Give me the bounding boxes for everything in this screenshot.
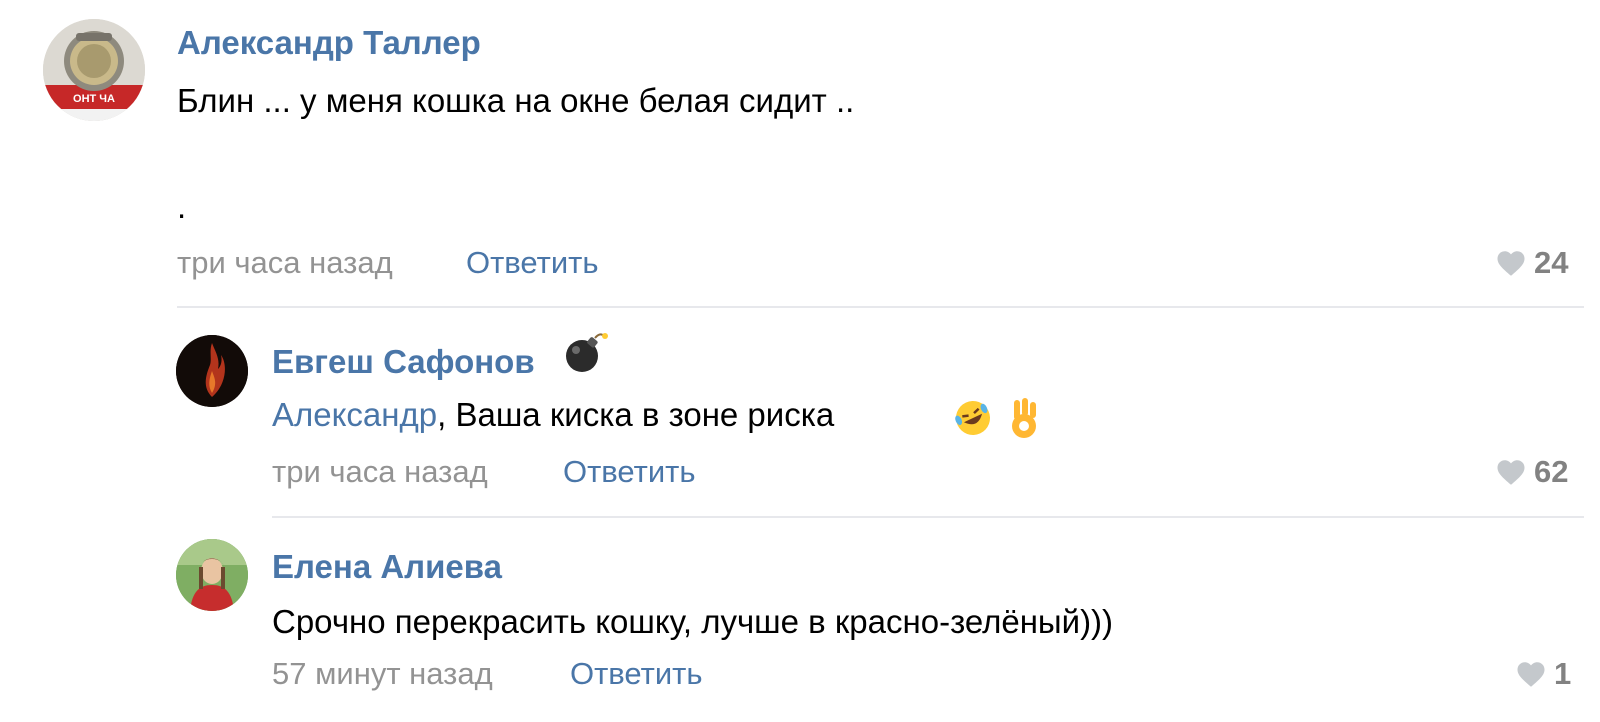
comment-timestamp[interactable]: 57 минут назад xyxy=(272,656,493,692)
heart-icon xyxy=(1517,661,1545,687)
person-avatar-image xyxy=(176,539,248,611)
comments-thread: ОНТ ЧА Александр Таллер Блин ... у меня … xyxy=(0,0,1600,722)
comment-3: Елена Алиева Срочно перекрасить кошку, л… xyxy=(0,0,1600,722)
reply-button[interactable]: Ответить xyxy=(570,656,703,692)
avatar[interactable] xyxy=(176,539,248,611)
comment-text: Срочно перекрасить кошку, лучше в красно… xyxy=(272,603,1114,640)
like-button[interactable]: 1 xyxy=(1516,656,1571,692)
like-count: 1 xyxy=(1554,656,1572,691)
comment-author[interactable]: Елена Алиева xyxy=(272,548,502,586)
